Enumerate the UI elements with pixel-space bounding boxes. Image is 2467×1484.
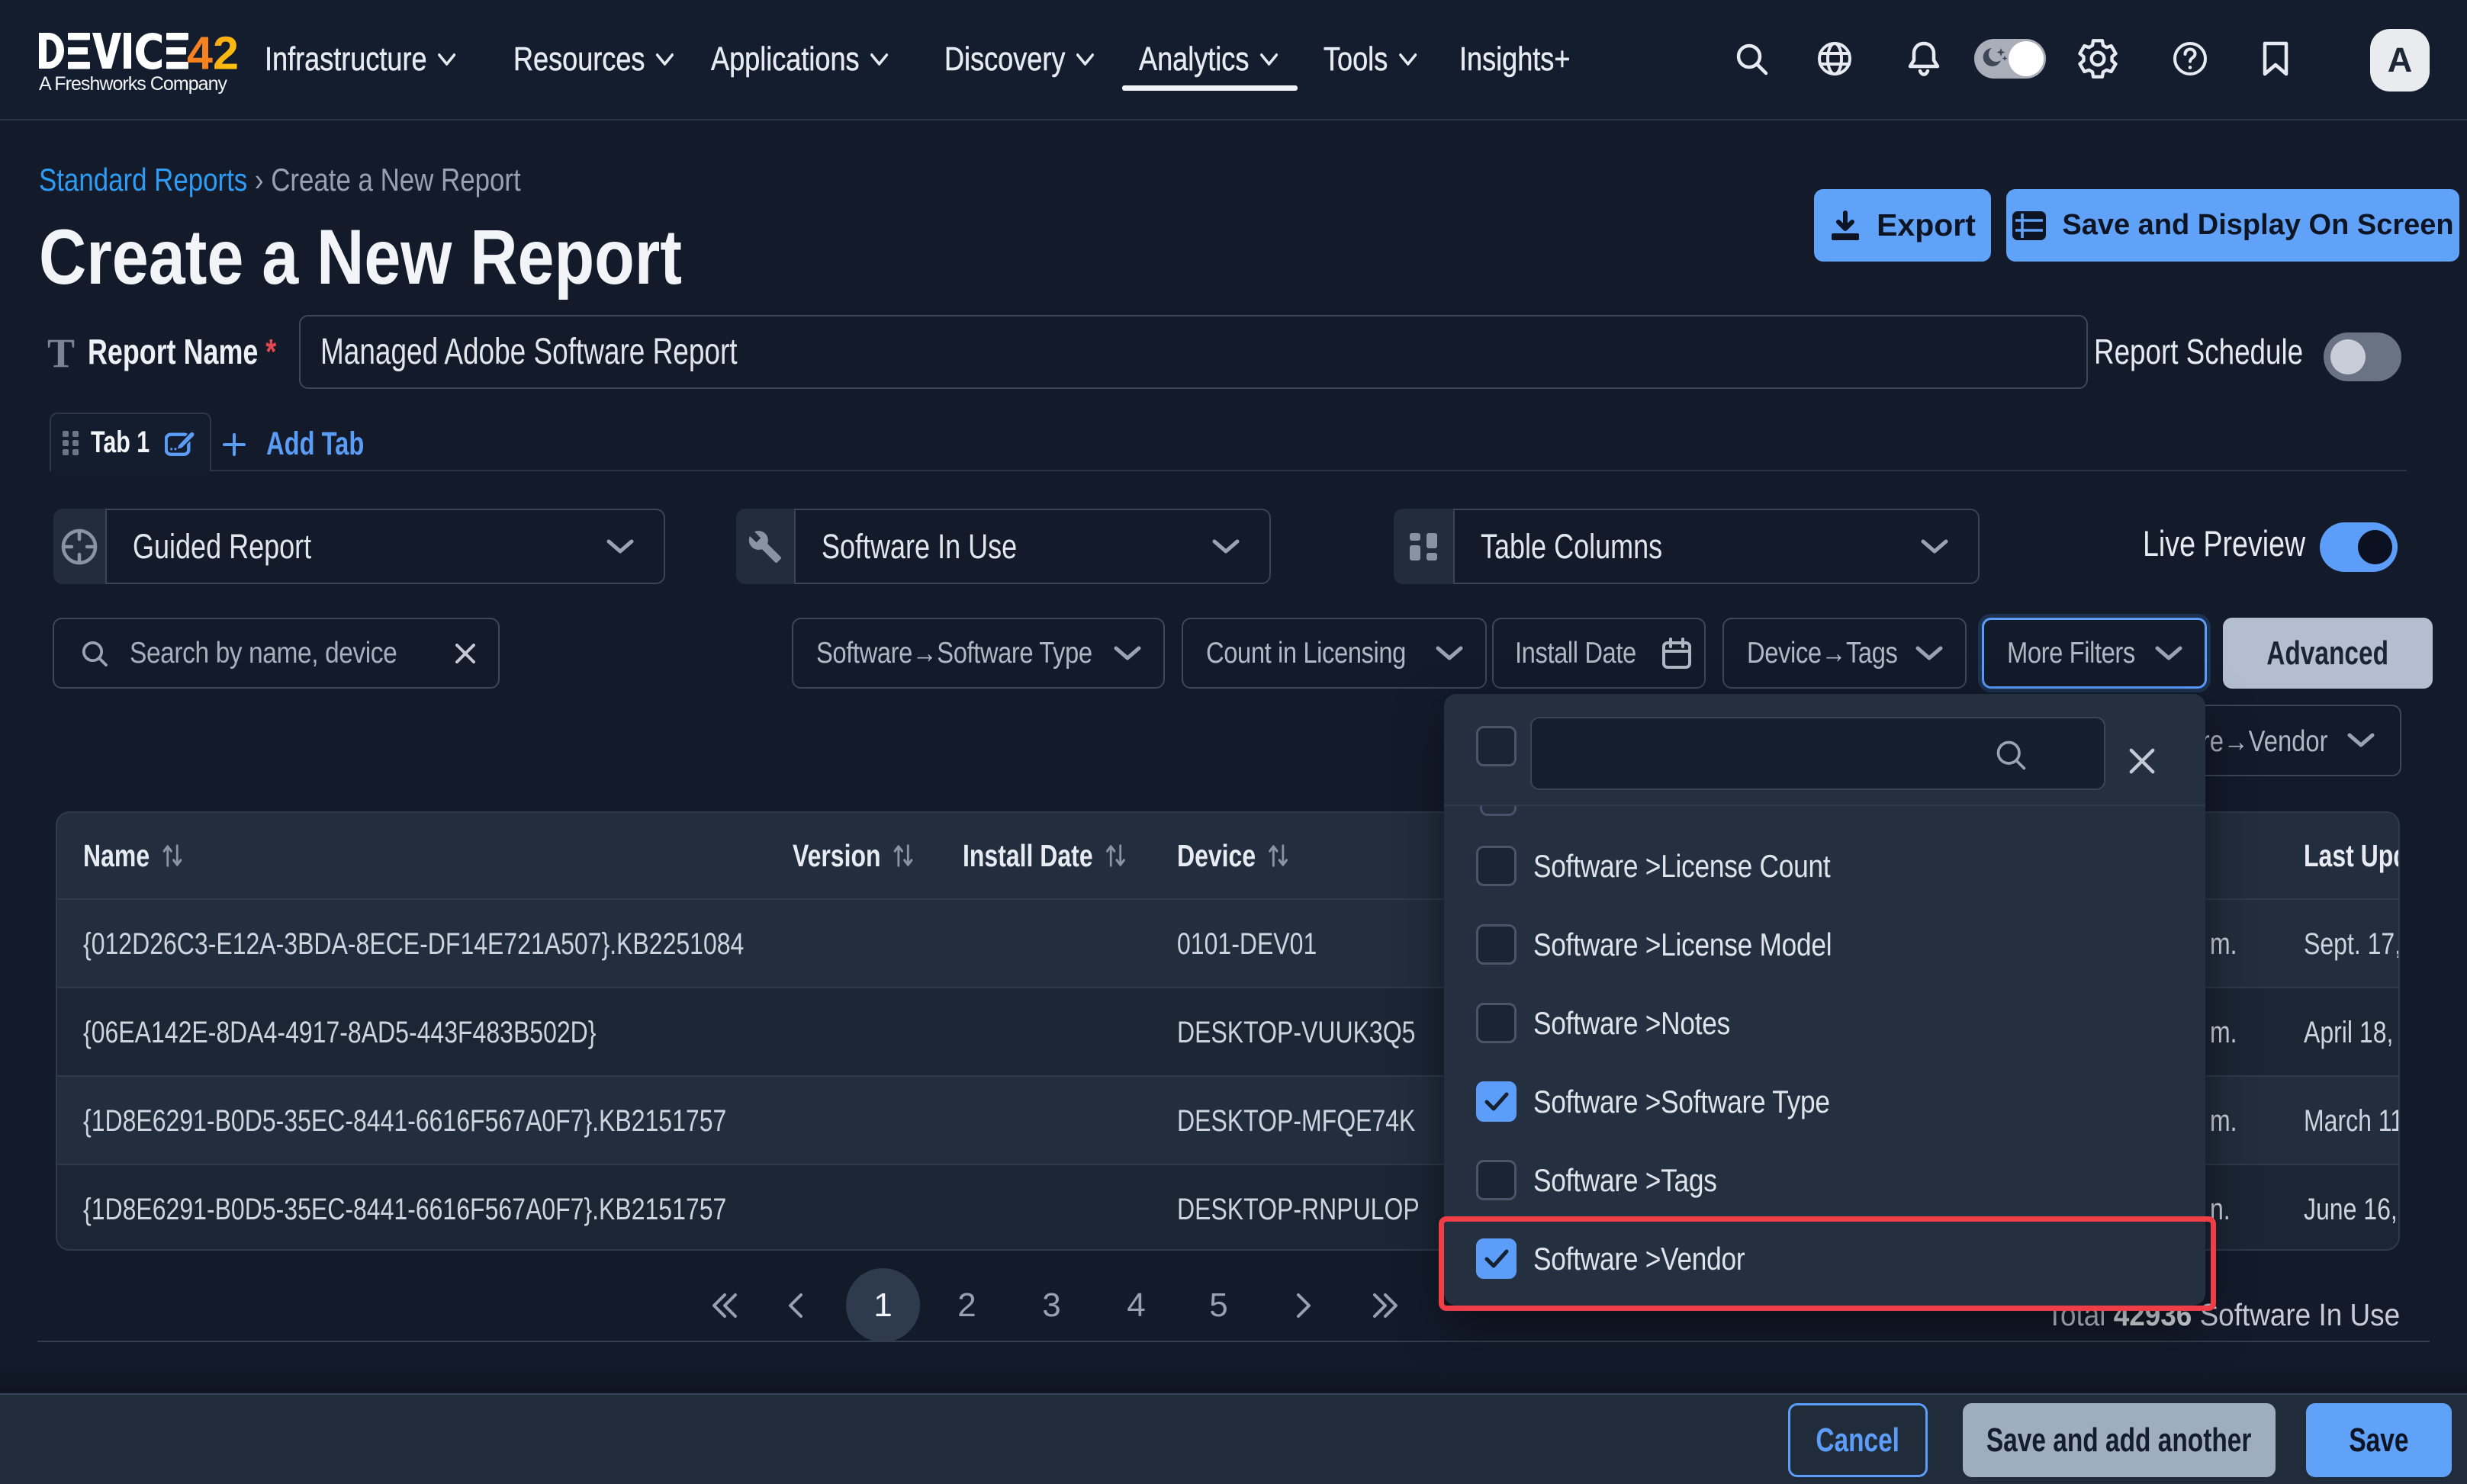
svg-text:2: 2: [213, 32, 239, 70]
svg-text:4: 4: [187, 32, 213, 70]
svg-text:A Freshworks Company: A Freshworks Company: [39, 73, 228, 95]
